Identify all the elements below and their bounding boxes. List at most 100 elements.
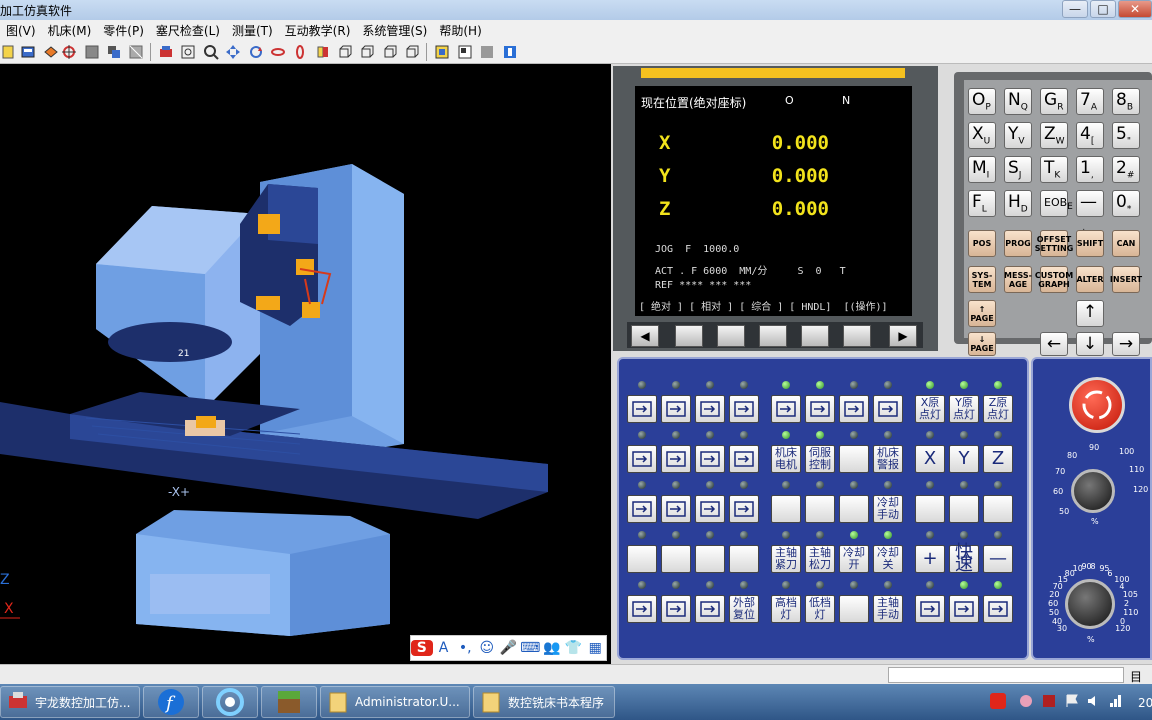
arrow-left-key[interactable]: ←: [1040, 332, 1068, 356]
users-icon[interactable]: 👥: [541, 640, 563, 656]
operator-button[interactable]: 冷却 开: [839, 545, 869, 573]
close-button[interactable]: ✕: [1118, 0, 1152, 18]
zoom-icon[interactable]: [180, 44, 196, 60]
key-y[interactable]: YV: [1004, 122, 1032, 149]
arrow-up-key[interactable]: ↑: [1076, 300, 1104, 327]
operator-button[interactable]: [983, 495, 1013, 523]
operator-button[interactable]: X: [915, 445, 945, 473]
softkey-4[interactable]: [801, 325, 829, 347]
operator-button[interactable]: 机床 警报: [873, 445, 903, 473]
operator-button[interactable]: [627, 595, 657, 623]
key-eob[interactable]: EOBE: [1040, 190, 1073, 217]
key-g[interactable]: GR: [1040, 88, 1068, 115]
menu-teaching[interactable]: 互动教学(R): [279, 20, 357, 40]
key-n[interactable]: NQ: [1004, 88, 1032, 115]
key-8[interactable]: 8B: [1112, 88, 1140, 115]
cube-front-icon[interactable]: [337, 44, 353, 60]
rotate-icon[interactable]: [270, 44, 286, 60]
pan-icon[interactable]: [225, 44, 241, 60]
operator-button[interactable]: [729, 495, 759, 523]
key-4[interactable]: 4[: [1076, 122, 1104, 149]
operator-button[interactable]: Y: [949, 445, 979, 473]
tool-icon[interactable]: [479, 44, 495, 60]
operator-button[interactable]: [771, 495, 801, 523]
func-key-alter[interactable]: ALTER: [1076, 266, 1104, 293]
task-minecraft[interactable]: [261, 686, 317, 718]
operator-button[interactable]: [983, 595, 1013, 623]
func-key-can[interactable]: CAN: [1112, 230, 1140, 257]
minimize-button[interactable]: —: [1062, 0, 1088, 18]
operator-button[interactable]: [627, 545, 657, 573]
operator-button[interactable]: [949, 495, 979, 523]
menu-feeler-check[interactable]: 塞尺检查(L): [150, 20, 226, 40]
tool-icon[interactable]: [457, 44, 473, 60]
operator-button[interactable]: +: [915, 545, 945, 573]
operator-button[interactable]: 冷却 手动: [873, 495, 903, 523]
view-icon[interactable]: [158, 44, 174, 60]
operator-button[interactable]: [627, 395, 657, 423]
sogou-tray-icon[interactable]: [990, 693, 1006, 709]
ime-punct-icon[interactable]: •,: [454, 640, 476, 656]
func-key-offsetsetting[interactable]: OFFSET SETTING: [1035, 230, 1073, 257]
func-key-shift[interactable]: SHIFT: [1076, 230, 1104, 257]
operator-button[interactable]: [805, 395, 835, 423]
operator-button[interactable]: [915, 495, 945, 523]
operator-button[interactable]: 主轴 紧刀: [771, 545, 801, 573]
menu-help[interactable]: 帮助(H): [433, 20, 487, 40]
operator-button[interactable]: [839, 445, 869, 473]
tool-icon[interactable]: [128, 44, 144, 60]
task-flash[interactable]: f: [143, 686, 199, 718]
key-0[interactable]: 0*: [1112, 190, 1140, 217]
operator-button[interactable]: 低档 灯: [805, 595, 835, 623]
zoom-icon[interactable]: [203, 44, 219, 60]
operator-button[interactable]: 外部 复位: [729, 595, 759, 623]
menu-system[interactable]: 系统管理(S): [356, 20, 433, 40]
emergency-stop-button[interactable]: [1069, 377, 1125, 433]
operator-button[interactable]: —: [983, 545, 1013, 573]
key-f[interactable]: FL: [968, 190, 996, 217]
operator-button[interactable]: [661, 395, 691, 423]
cube-right-icon[interactable]: [404, 44, 420, 60]
operator-button[interactable]: [805, 495, 835, 523]
view-icon[interactable]: [315, 44, 331, 60]
func-key-prog[interactable]: PROG: [1004, 230, 1032, 257]
operator-button[interactable]: [729, 395, 759, 423]
operator-button[interactable]: [915, 595, 945, 623]
tool-icon[interactable]: [502, 44, 518, 60]
softkey-2[interactable]: [717, 325, 745, 347]
operator-button[interactable]: [695, 445, 725, 473]
softkey-right-arrow[interactable]: ▶: [889, 325, 917, 347]
func-key-pos[interactable]: POS: [968, 230, 996, 257]
shield-tray-icon[interactable]: [1041, 693, 1057, 709]
maximize-button[interactable]: □: [1090, 0, 1116, 18]
operator-button[interactable]: [627, 495, 657, 523]
spindle-override-dial[interactable]: [1065, 579, 1115, 629]
operator-button[interactable]: 伺服 控制: [805, 445, 835, 473]
menu-view[interactable]: 图(V): [0, 20, 42, 40]
flower-tray-icon[interactable]: [1018, 693, 1034, 709]
keyboard-icon[interactable]: ⌨: [519, 640, 541, 656]
task-browser[interactable]: [202, 686, 258, 718]
rotate-icon[interactable]: [248, 44, 264, 60]
operator-button[interactable]: 机床 电机: [771, 445, 801, 473]
tool-icon[interactable]: [0, 44, 16, 60]
operator-button[interactable]: Y原 点灯: [949, 395, 979, 423]
operator-button[interactable]: [627, 445, 657, 473]
menu-machine[interactable]: 机床(M): [42, 20, 98, 40]
arrow-down-key[interactable]: ↓: [1076, 332, 1104, 356]
task-admin-folder[interactable]: Administrator.U...: [320, 686, 470, 718]
menu-part[interactable]: 零件(P): [97, 20, 150, 40]
arrow-right-key[interactable]: →: [1112, 332, 1140, 356]
operator-button[interactable]: [661, 445, 691, 473]
operator-button[interactable]: [839, 395, 869, 423]
menu-measure[interactable]: 测量(T): [226, 20, 279, 40]
operator-button[interactable]: 主轴 松刀: [805, 545, 835, 573]
operator-button[interactable]: [729, 545, 759, 573]
microphone-icon[interactable]: 🎤: [498, 640, 520, 656]
operator-button[interactable]: [771, 395, 801, 423]
task-cnc-program-folder[interactable]: 数控铣床书本程序: [473, 686, 615, 718]
page-down-key[interactable]: ↓ PAGE: [968, 332, 996, 356]
key-1[interactable]: 1,: [1076, 156, 1104, 183]
skin-icon[interactable]: 👕: [563, 640, 585, 656]
func-key-message[interactable]: MESS- AGE: [1004, 266, 1032, 293]
